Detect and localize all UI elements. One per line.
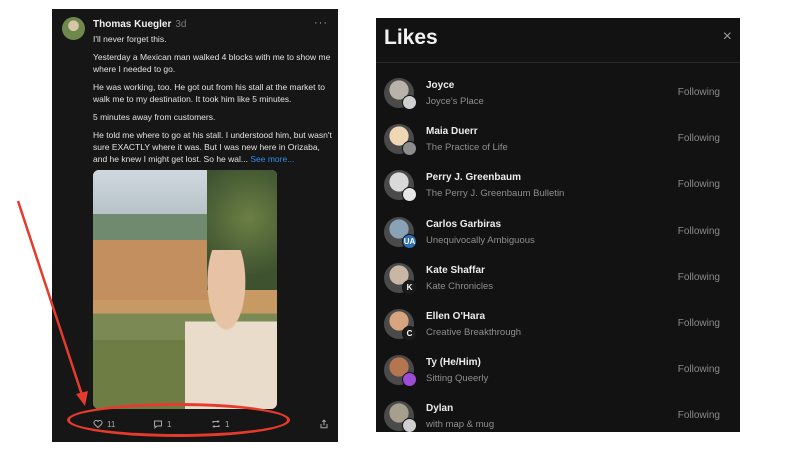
liker-name[interactable]: Dylan (426, 403, 453, 414)
liker-publication: The Practice of Life (426, 142, 508, 154)
liker-publication: Creative Breakthrough (426, 327, 522, 338)
liker-publication: Kate Chronicles (426, 280, 494, 292)
following-button[interactable]: Following (678, 272, 720, 283)
likes-row[interactable]: UA Carlos Garbiras Unequivocally Ambiguous… (376, 206, 740, 252)
liker-publication: with map & mug (426, 419, 495, 431)
liker-publication: Joyce's Place (426, 96, 484, 107)
liker-name[interactable]: Perry J. Greenbaum (426, 172, 521, 183)
liker-publication: Unequivocally Ambiguous (426, 234, 535, 246)
likes-row[interactable]: Maia Duerr The Practice of Life Following (376, 113, 740, 159)
following-button[interactable]: Following (678, 179, 720, 190)
publication-badge (402, 187, 417, 203)
liker-name[interactable]: Ellen O'Hara (426, 311, 485, 322)
liker-name[interactable]: Maia Duerr (426, 126, 478, 137)
likes-row[interactable]: Ty (He/Him) Sitting Queerly Following (376, 344, 740, 390)
likes-row[interactable]: Dylan with map & mug Following (376, 390, 740, 432)
liker-name[interactable]: Joyce (426, 80, 454, 91)
liker-name[interactable]: Carlos Garbiras (426, 219, 501, 230)
liker-publication: The Perry J. Greenbaum Bulletin (426, 188, 565, 200)
likes-row[interactable]: Perry J. Greenbaum The Perry J. Greenbaum… (376, 159, 740, 205)
following-button[interactable]: Following (678, 226, 720, 237)
likes-panel: Likes × Joyce Joyce's Place Following Maia … (376, 18, 740, 432)
publication-badge: K (402, 279, 417, 295)
likes-row[interactable]: C Ellen O'Hara Creative Breakthrough Follow… (376, 298, 740, 344)
publication-badge: C (402, 326, 417, 341)
publication-badge (402, 418, 417, 432)
divider (376, 62, 740, 63)
following-button[interactable]: Following (678, 133, 720, 144)
likes-title: Likes (384, 26, 438, 49)
following-button[interactable]: Following (678, 318, 720, 329)
publication-badge (402, 372, 417, 388)
liker-name[interactable]: Ty (He/Him) (426, 357, 481, 368)
likes-row[interactable]: Joyce Joyce's Place Following (376, 67, 740, 113)
following-button[interactable]: Following (678, 87, 720, 98)
publication-badge (402, 95, 417, 110)
close-icon[interactable]: × (723, 28, 732, 46)
liker-name[interactable]: Kate Shaffar (426, 265, 485, 276)
following-button[interactable]: Following (678, 410, 720, 421)
likes-row[interactable]: K Kate Shaffar Kate Chronicles Following (376, 252, 740, 298)
publication-badge: UA (402, 233, 417, 249)
liker-publication: Sitting Queerly (426, 373, 489, 385)
following-button[interactable]: Following (678, 364, 720, 375)
publication-badge (402, 141, 417, 157)
